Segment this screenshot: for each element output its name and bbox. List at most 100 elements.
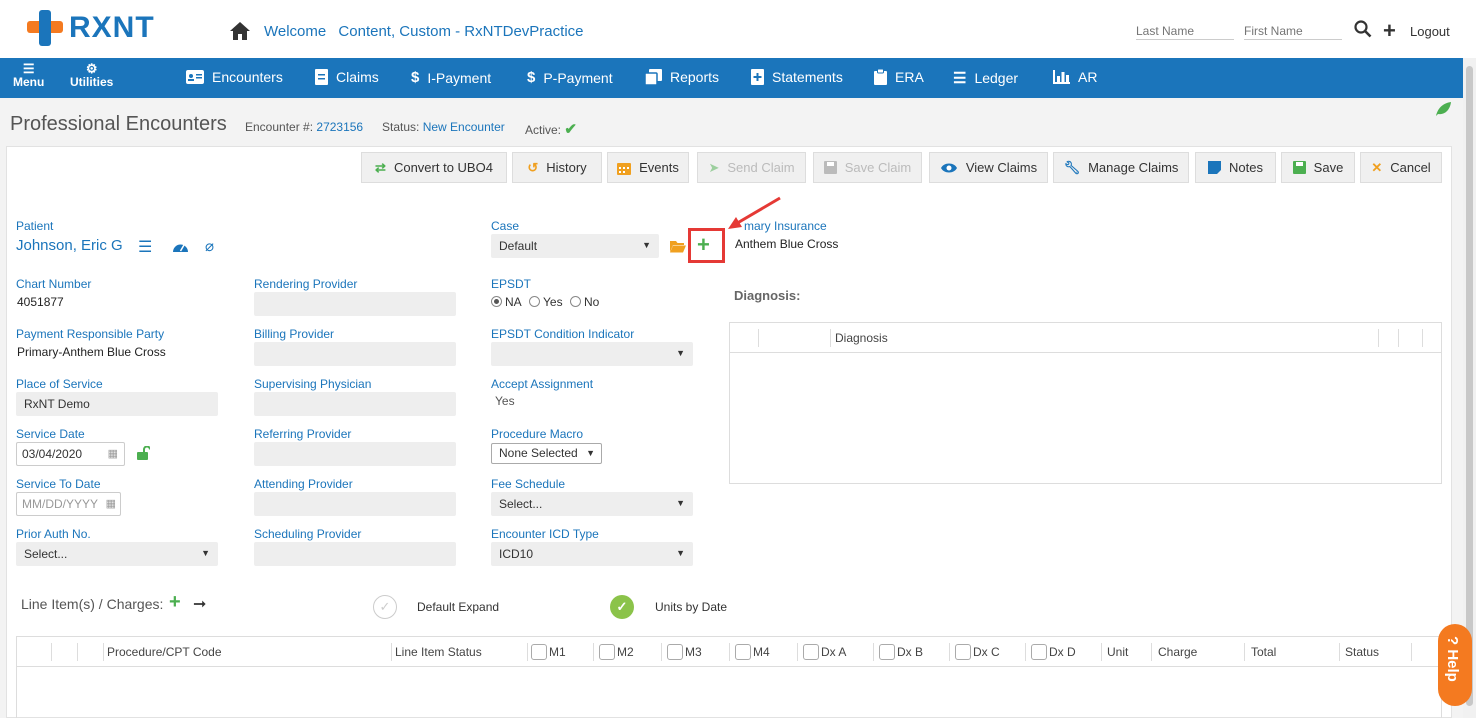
icd-type-select[interactable]: ICD10 ▼ bbox=[491, 542, 693, 566]
folder-open-icon[interactable] bbox=[670, 240, 686, 253]
m3-checkbox[interactable] bbox=[667, 644, 683, 660]
caret-down-icon: ▼ bbox=[676, 548, 685, 558]
add-icon[interactable]: + bbox=[1383, 18, 1396, 44]
user-name: Content, Custom - RxNTDevPractice bbox=[338, 23, 584, 40]
fee-schedule-select[interactable]: Select... ▼ bbox=[491, 492, 693, 516]
supervising-physician-field[interactable] bbox=[254, 392, 456, 416]
nav-encounters[interactable]: Encounters bbox=[186, 69, 283, 85]
scrollbar-thumb[interactable] bbox=[1466, 66, 1473, 706]
dx-c-checkbox[interactable] bbox=[955, 644, 971, 660]
referring-provider-field[interactable] bbox=[254, 442, 456, 466]
calendar-icon[interactable]: ▦ bbox=[108, 447, 118, 460]
nav-ar[interactable]: AR bbox=[1053, 69, 1097, 85]
last-name-input[interactable] bbox=[1136, 22, 1234, 40]
service-date-input[interactable]: 03/04/2020 ▦ bbox=[16, 442, 125, 466]
epsdt-no-radio[interactable] bbox=[569, 296, 581, 307]
logout-link[interactable]: Logout bbox=[1410, 24, 1450, 39]
patient-name[interactable]: Johnson, Eric G bbox=[16, 237, 123, 254]
m2-checkbox[interactable] bbox=[599, 644, 615, 660]
nav-claims-label: Claims bbox=[336, 69, 379, 85]
paperclip-icon[interactable]: ⌀ bbox=[205, 237, 214, 255]
caret-down-icon: ▼ bbox=[676, 348, 685, 358]
nav-reports[interactable]: Reports bbox=[645, 69, 719, 85]
dx-b-checkbox[interactable] bbox=[879, 644, 895, 660]
help-tab[interactable]: ? Help bbox=[1438, 624, 1472, 706]
rendering-provider-field[interactable] bbox=[254, 292, 456, 316]
epsdt-yes-radio[interactable] bbox=[529, 296, 541, 307]
cancel-button[interactable]: ✕ Cancel bbox=[1360, 152, 1442, 183]
prior-auth-select[interactable]: Select... ▼ bbox=[16, 542, 218, 566]
unlock-icon[interactable] bbox=[136, 446, 150, 460]
m1-checkbox[interactable] bbox=[531, 644, 547, 660]
search-icon[interactable] bbox=[1354, 20, 1372, 38]
nav-ledger[interactable]: ☰ Ledger bbox=[953, 69, 1018, 87]
save-claim-button[interactable]: Save Claim bbox=[813, 152, 922, 183]
procedure-macro-label: Procedure Macro bbox=[491, 427, 584, 441]
dashboard-icon[interactable] bbox=[172, 239, 189, 253]
history-button[interactable]: ↺ History bbox=[512, 152, 602, 183]
m4-checkbox[interactable] bbox=[735, 644, 751, 660]
list-icon[interactable]: ☰ bbox=[138, 237, 152, 257]
view-claims-button[interactable]: View Claims bbox=[929, 152, 1048, 183]
utilities-button[interactable]: ⚙ Utilities bbox=[70, 62, 113, 89]
place-of-service-label: Place of Service bbox=[16, 377, 103, 391]
column-divider bbox=[729, 643, 730, 661]
status-value: New Encounter bbox=[422, 120, 505, 134]
add-case-button[interactable]: + bbox=[697, 232, 710, 258]
convert-to-ub04-button[interactable]: ⇄ Convert to UBO4 bbox=[361, 152, 507, 183]
cancel-label: Cancel bbox=[1390, 160, 1431, 175]
nav-i-payment[interactable]: $ I-Payment bbox=[411, 69, 491, 86]
units-by-date-toggle[interactable]: ✓ bbox=[610, 595, 634, 619]
line-items-table: Procedure/CPT Code Line Item Status M1 M… bbox=[16, 636, 1442, 718]
payment-party-label: Payment Responsible Party bbox=[16, 327, 165, 341]
bar-chart-icon bbox=[1053, 70, 1070, 84]
events-button[interactable]: Events bbox=[607, 152, 689, 183]
column-divider bbox=[758, 329, 759, 347]
nav-statements[interactable]: Statements bbox=[751, 69, 843, 85]
convert-label: Convert to UBO4 bbox=[393, 160, 493, 175]
first-name-input[interactable] bbox=[1244, 22, 1342, 40]
diagnosis-table-header: Diagnosis bbox=[730, 323, 1441, 353]
service-to-date-input[interactable]: MM/DD/YYYY ▦ bbox=[16, 492, 121, 516]
column-divider bbox=[949, 643, 950, 661]
payment-party-value: Primary-Anthem Blue Cross bbox=[17, 345, 166, 359]
add-line-item-button[interactable]: + bbox=[169, 591, 181, 614]
menu-button[interactable]: ☰ Menu bbox=[13, 62, 44, 89]
calendar-icon[interactable]: ▦ bbox=[106, 497, 116, 510]
notes-button[interactable]: Notes bbox=[1195, 152, 1276, 183]
save-button[interactable]: Save bbox=[1281, 152, 1355, 183]
procedure-macro-select[interactable]: None Selected ▼ bbox=[491, 443, 602, 464]
place-of-service-field[interactable]: RxNT Demo bbox=[16, 392, 218, 416]
caret-down-icon: ▼ bbox=[642, 240, 651, 250]
encounter-value: 2723156 bbox=[316, 120, 364, 134]
arrow-right-icon[interactable]: ➞ bbox=[193, 594, 206, 614]
send-claim-button[interactable]: ➤ Send Claim bbox=[697, 152, 806, 183]
nav-p-payment[interactable]: $ P-Payment bbox=[527, 69, 613, 86]
page-scrollbar[interactable] bbox=[1463, 58, 1476, 718]
rxnt-logo[interactable]: RXNT bbox=[27, 10, 155, 46]
total-column-header: Total bbox=[1251, 645, 1277, 659]
epsdt-condition-select[interactable]: ▼ bbox=[491, 342, 693, 366]
leaf-icon[interactable] bbox=[1434, 101, 1452, 117]
nav-statements-label: Statements bbox=[772, 69, 843, 85]
fee-schedule-value: Select... bbox=[499, 497, 543, 511]
floppy-icon bbox=[1292, 161, 1306, 174]
manage-claims-button[interactable]: 🔧︎ Manage Claims bbox=[1053, 152, 1189, 183]
scheduling-provider-field[interactable] bbox=[254, 542, 456, 566]
m3-column-header: M3 bbox=[685, 645, 702, 659]
billing-provider-field[interactable] bbox=[254, 342, 456, 366]
nav-claims[interactable]: Claims bbox=[315, 69, 379, 85]
attending-provider-field[interactable] bbox=[254, 492, 456, 516]
diagnosis-title: Diagnosis: bbox=[734, 288, 801, 303]
accept-assignment-label: Accept Assignment bbox=[491, 377, 594, 391]
epsdt-na-radio[interactable] bbox=[491, 296, 502, 307]
default-expand-toggle[interactable]: ✓ bbox=[373, 595, 397, 619]
column-divider bbox=[1025, 643, 1026, 661]
dx-a-checkbox[interactable] bbox=[803, 644, 819, 660]
epsdt-yes-label: Yes bbox=[543, 295, 563, 309]
nav-era[interactable]: ERA bbox=[874, 69, 924, 85]
dx-d-checkbox[interactable] bbox=[1031, 644, 1047, 660]
case-select[interactable]: Default ▼ bbox=[491, 234, 659, 258]
home-icon[interactable] bbox=[228, 20, 252, 42]
column-divider bbox=[527, 643, 528, 661]
